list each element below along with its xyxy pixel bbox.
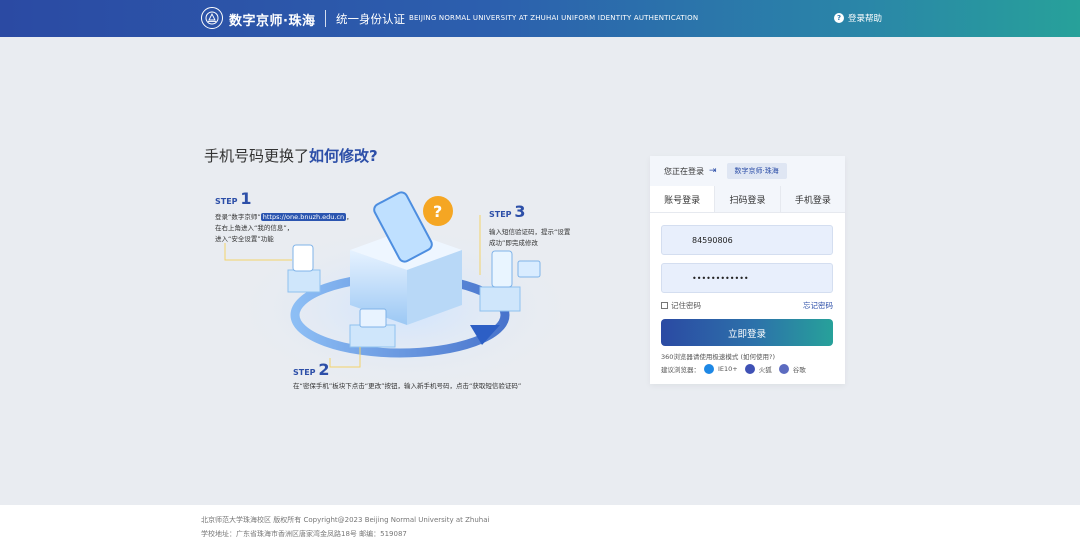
headline-prefix: 手机号码更换了 bbox=[204, 147, 310, 165]
step-2-text: 在“密保手机”板块下点击“更改”按钮，输入新手机号码，点击“获取短信验证码” bbox=[293, 382, 522, 390]
tab-account-login[interactable]: 账号登录 bbox=[650, 186, 715, 212]
footer-address: 学校地址：广东省珠海市香洲区唐家湾金凤路18号 邮编：519087 bbox=[201, 530, 407, 538]
recommended-browsers: 建议浏览器： IE10+ 火狐 谷歌 bbox=[661, 364, 806, 374]
login-target-bar: 您正在登录 ⇥ 数字京师·珠海 bbox=[650, 156, 845, 186]
page-subtitle-en: BEIJING NORMAL UNIVERSITY AT ZHUHAI UNIF… bbox=[409, 14, 699, 22]
phone-change-illustration: ? STEP 1 登录“数字京师” https://one.bnuzh.edu.c… bbox=[200, 175, 620, 400]
firefox-browser-icon bbox=[744, 364, 755, 374]
top-bar: 数字京师·珠海 统一身份认证 BEIJING NORMAL UNIVERSITY… bbox=[0, 0, 1080, 37]
illustration-graphic: ? bbox=[224, 191, 580, 385]
ie-browser-icon bbox=[704, 364, 714, 374]
university-logo-icon bbox=[201, 7, 223, 29]
step-3-text: 输入短信验证码，提示“设置 成功”即完成修改 bbox=[489, 228, 571, 247]
login-options: 记住密码 忘记密码 bbox=[661, 300, 833, 311]
footer-copyright: 北京师范大学珠海校区 版权所有 Copyright@2023 Beijing N… bbox=[201, 516, 490, 524]
help-label: 登录帮助 bbox=[848, 14, 883, 24]
page-footer: 北京师范大学珠海校区 版权所有 Copyright@2023 Beijing N… bbox=[0, 505, 1080, 548]
brand-name: 数字京师·珠海 bbox=[229, 14, 316, 29]
step-3-label: STEP 3 bbox=[489, 202, 526, 221]
chrome-browser-icon bbox=[778, 364, 789, 374]
username-field[interactable]: 84590806 bbox=[661, 225, 833, 255]
bnuzh-link[interactable]: https://one.bnuzh.edu.cn bbox=[260, 213, 347, 221]
remember-password-checkbox[interactable]: 记住密码 bbox=[661, 300, 701, 311]
checkbox-box bbox=[661, 302, 668, 309]
tab-phone-login[interactable]: 手机登录 bbox=[779, 186, 845, 212]
login-help-link[interactable]: ? 登录帮助 bbox=[834, 12, 882, 24]
login-arrow-icon: ⇥ bbox=[709, 166, 717, 176]
help-icon: ? bbox=[834, 13, 844, 23]
step-1-text: 登录“数字京师” https://one.bnuzh.edu.cn， 在右上角进入… bbox=[215, 213, 353, 243]
step-1-label: STEP 1 bbox=[215, 189, 252, 208]
page-headline: 手机号码更换了如何修改? bbox=[204, 145, 378, 166]
login-button[interactable]: 立即登录 bbox=[661, 319, 833, 346]
browser-firefox: 火狐 bbox=[758, 366, 772, 374]
svg-text:?: ? bbox=[433, 202, 442, 221]
browsers-label: 建议浏览器： bbox=[661, 366, 700, 374]
password-field[interactable]: •••••••••••• bbox=[661, 263, 833, 293]
brand-divider bbox=[325, 10, 326, 27]
forgot-password-link[interactable]: 忘记密码 bbox=[803, 300, 833, 311]
remember-label: 记住密码 bbox=[671, 301, 701, 310]
step-2-label: STEP 2 bbox=[293, 360, 330, 379]
now-login-label: 您正在登录 bbox=[664, 166, 704, 176]
browser-tip: 360浏览器请使用极速模式 (如何使用?) bbox=[661, 353, 775, 361]
browser-ie: IE10+ bbox=[718, 365, 738, 373]
tab-qrcode-login[interactable]: 扫码登录 bbox=[714, 186, 780, 212]
headline-emphasis: 如何修改? bbox=[309, 147, 378, 165]
target-site-chip: 数字京师·珠海 bbox=[726, 163, 787, 179]
login-card: 您正在登录 ⇥ 数字京师·珠海 账号登录 扫码登录 手机登录 84590806 … bbox=[650, 156, 845, 384]
page-subtitle: 统一身份认证 bbox=[336, 12, 405, 26]
browser-chrome: 谷歌 bbox=[792, 366, 806, 374]
login-tabs: 账号登录 扫码登录 手机登录 bbox=[650, 186, 845, 213]
